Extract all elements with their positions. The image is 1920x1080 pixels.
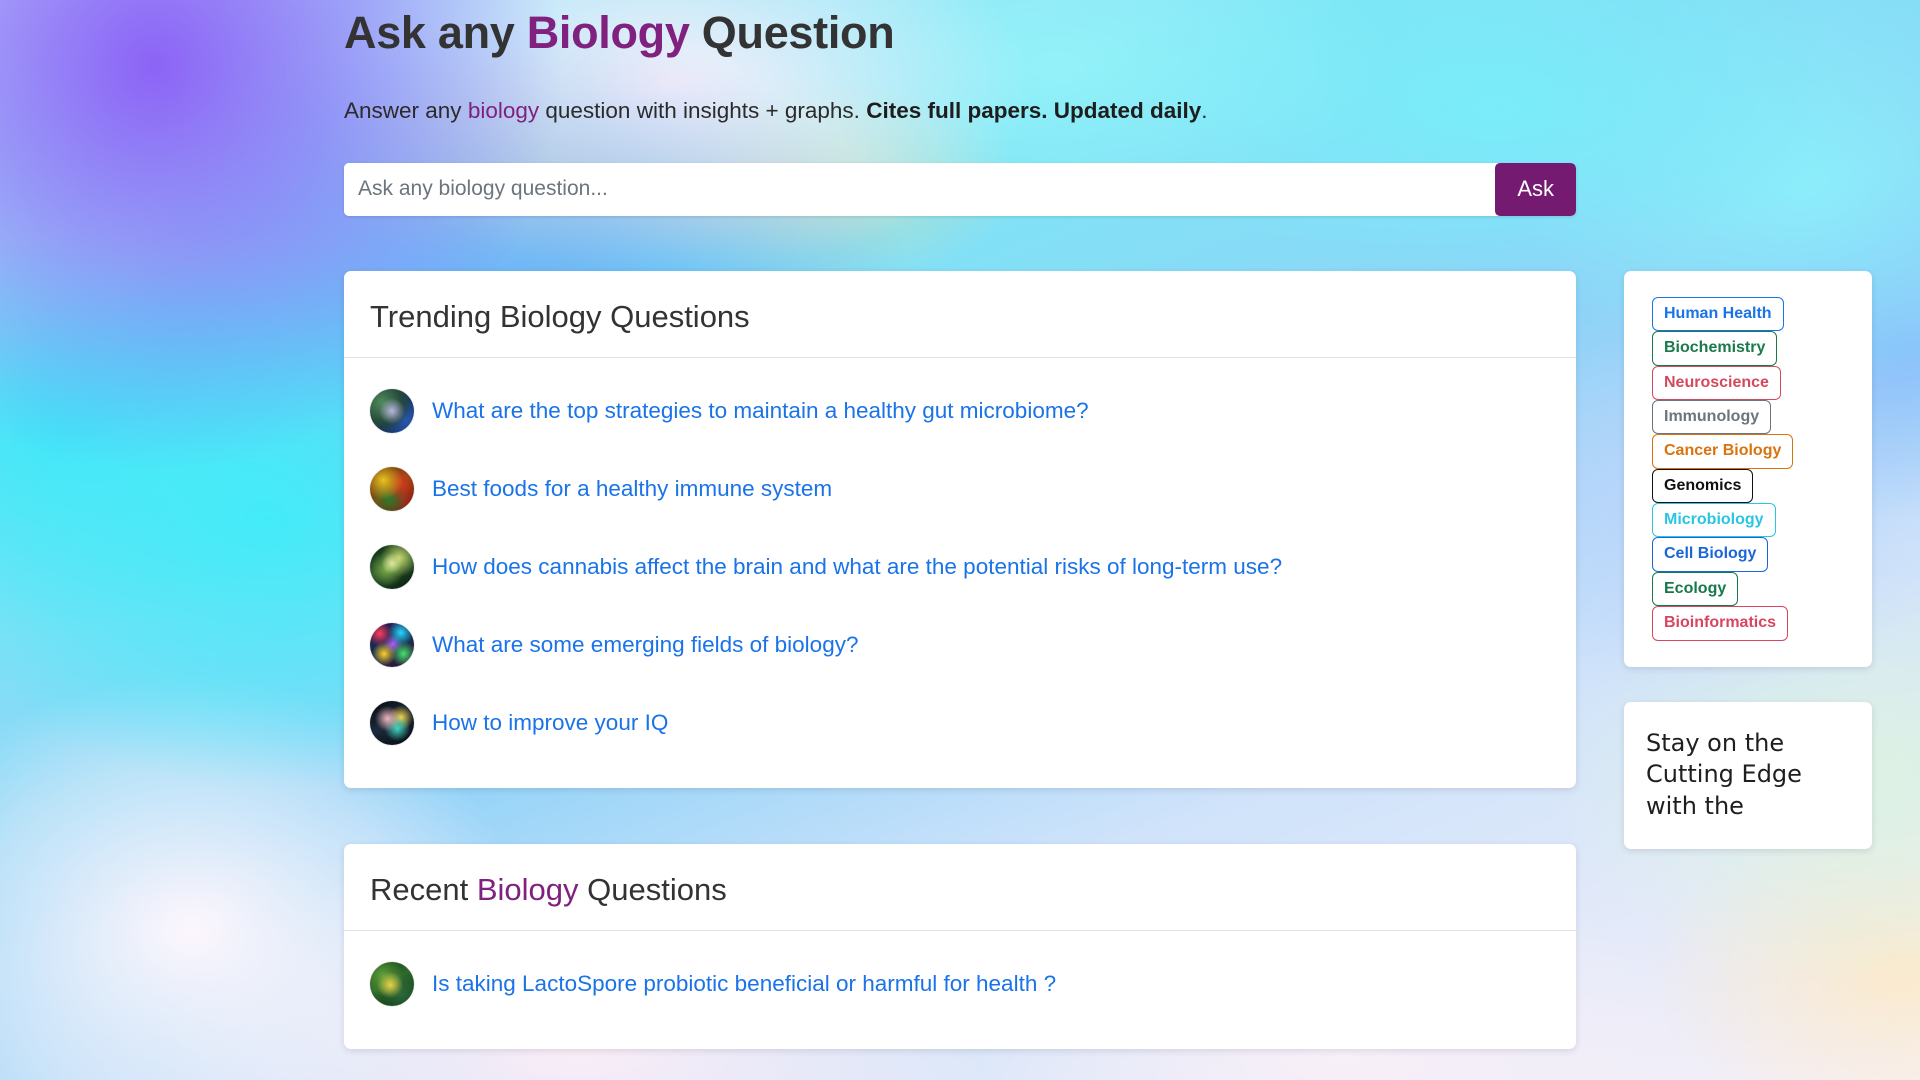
tag-neuroscience[interactable]: Neuroscience bbox=[1652, 365, 1781, 400]
subtitle-accent: biology bbox=[467, 98, 540, 124]
subtitle-bold: Cites full papers. Updated daily bbox=[866, 98, 1202, 124]
recent-heading-prefix: Recent bbox=[370, 871, 477, 907]
content-columns: Trending Biology Questions What are the … bbox=[0, 270, 1920, 1049]
recent-heading-suffix: Questions bbox=[578, 871, 727, 907]
tag-cell-biology[interactable]: Cell Biology bbox=[1652, 537, 1769, 572]
tag-cancer-biology[interactable]: Cancer Biology bbox=[1652, 434, 1794, 469]
page-subtitle: Answer any biology question with insight… bbox=[344, 95, 1920, 128]
recent-questions-card: Recent Biology Questions Is taking Lacto… bbox=[344, 843, 1576, 1049]
list-item[interactable]: How to improve your IQ bbox=[370, 684, 1550, 762]
emerging-fields-thumbnail bbox=[370, 622, 414, 667]
tag-microbiology[interactable]: Microbiology bbox=[1652, 503, 1776, 538]
healthy-foods-thumbnail bbox=[370, 466, 414, 511]
trending-questions-card: Trending Biology Questions What are the … bbox=[344, 270, 1576, 788]
tag-biochemistry[interactable]: Biochemistry bbox=[1652, 331, 1778, 366]
search-bar[interactable]: Ask bbox=[344, 162, 1576, 216]
list-item[interactable]: What are some emerging fields of biology… bbox=[370, 606, 1550, 684]
trending-heading: Trending Biology Questions bbox=[344, 271, 1576, 358]
recent-heading-accent: Biology bbox=[476, 871, 579, 907]
ask-button[interactable]: Ask bbox=[1495, 162, 1576, 216]
tag-bioinformatics[interactable]: Bioinformatics bbox=[1652, 606, 1789, 641]
gut-microbiome-thumbnail bbox=[370, 388, 414, 433]
subtitle-prefix: Answer any bbox=[344, 98, 468, 124]
question-link[interactable]: How to improve your IQ bbox=[432, 708, 668, 737]
list-item[interactable]: Is taking LactoSpore probiotic beneficia… bbox=[370, 945, 1550, 1023]
trending-question-list: What are the top strategies to maintain … bbox=[344, 358, 1576, 788]
question-link[interactable]: What are the top strategies to maintain … bbox=[432, 396, 1089, 425]
page-title-prefix: Ask any bbox=[344, 7, 527, 58]
hero-section: Ask any Biology Question Answer any biol… bbox=[0, 0, 1920, 128]
search-input[interactable] bbox=[344, 162, 1496, 216]
page-title: Ask any Biology Question bbox=[344, 6, 1920, 59]
question-link[interactable]: How does cannabis affect the brain and w… bbox=[432, 552, 1282, 581]
question-link[interactable]: Best foods for a healthy immune system bbox=[432, 474, 832, 503]
sidebar-column: Human Health Biochemistry Neuroscience I… bbox=[1624, 270, 1872, 849]
brain-iq-thumbnail bbox=[370, 700, 414, 745]
question-link[interactable]: Is taking LactoSpore probiotic beneficia… bbox=[432, 969, 1056, 998]
promo-card: Stay on the Cutting Edge with the bbox=[1624, 701, 1872, 849]
page-title-suffix: Question bbox=[689, 7, 895, 58]
tag-ecology[interactable]: Ecology bbox=[1652, 571, 1739, 607]
page-title-accent: Biology bbox=[526, 7, 690, 58]
recent-question-list: Is taking LactoSpore probiotic beneficia… bbox=[344, 931, 1576, 1049]
list-item[interactable]: How does cannabis affect the brain and w… bbox=[370, 528, 1550, 606]
recent-heading: Recent Biology Questions bbox=[344, 844, 1576, 931]
tag-genomics[interactable]: Genomics bbox=[1652, 468, 1754, 504]
main-column: Trending Biology Questions What are the … bbox=[344, 270, 1576, 1049]
list-item[interactable]: Best foods for a healthy immune system bbox=[370, 450, 1550, 528]
page-root: Ask any Biology Question Answer any biol… bbox=[0, 0, 1920, 1080]
cannabis-brain-thumbnail bbox=[370, 544, 414, 589]
subtitle-end: . bbox=[1201, 98, 1208, 124]
tag-human-health[interactable]: Human Health bbox=[1652, 296, 1784, 332]
topic-tags-card: Human Health Biochemistry Neuroscience I… bbox=[1624, 270, 1872, 667]
promo-text: Stay on the Cutting Edge with the bbox=[1646, 728, 1802, 820]
tag-immunology[interactable]: Immunology bbox=[1652, 399, 1772, 435]
list-item[interactable]: What are the top strategies to maintain … bbox=[370, 372, 1550, 450]
probiotic-thumbnail bbox=[370, 961, 414, 1006]
question-link[interactable]: What are some emerging fields of biology… bbox=[432, 630, 858, 659]
subtitle-mid: question with insights + graphs. bbox=[539, 98, 867, 124]
